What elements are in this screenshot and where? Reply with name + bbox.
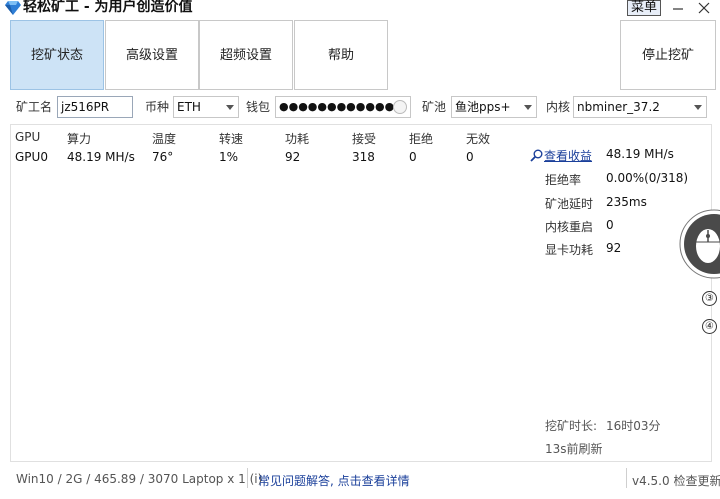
divider — [626, 468, 627, 488]
col-header-gpu: GPU — [15, 130, 41, 144]
wallet-label: 钱包 — [246, 100, 271, 114]
gpu-power-label: 显卡功耗 — [545, 243, 594, 257]
title-bar: 轻松矿工 - 为用户创造价值 菜单 — [0, 0, 720, 17]
coin-value: ETH — [177, 100, 201, 114]
refresh-status: 13s前刷新 — [545, 442, 603, 456]
tab-advanced-settings[interactable]: 高级设置 — [105, 20, 199, 90]
col-header-accepted: 接受 — [352, 132, 377, 146]
pool-value: 鱼池pps+ — [455, 100, 511, 114]
pool-latency-label: 矿池延时 — [545, 197, 594, 211]
version-check-update[interactable]: v4.5.0 检查更新 — [632, 472, 720, 489]
chevron-down-icon — [694, 105, 702, 110]
table-cell-hashrate: 48.19 MH/s — [67, 150, 135, 164]
table-cell-rejected: 0 — [409, 150, 417, 164]
col-header-temperature: 温度 — [152, 132, 177, 146]
wallet-dropdown-icon[interactable] — [393, 100, 407, 114]
col-header-invalid: 无效 — [466, 132, 491, 146]
wallet-field[interactable]: ●●●●●●●●●●●●●●●●●●●●●●● — [275, 96, 411, 118]
table-cell-invalid: 0 — [466, 150, 474, 164]
tab-mining-status[interactable]: 挖矿状态 — [10, 20, 104, 90]
kernel-value: nbminer_37.2 — [577, 100, 660, 114]
divider — [247, 468, 248, 488]
worker-name-input[interactable]: jz516PR — [57, 96, 133, 118]
col-header-hashrate: 算力 — [67, 132, 92, 146]
kernel-select[interactable]: nbminer_37.2 — [573, 96, 707, 118]
runtime-value: 16时03分 — [606, 419, 661, 433]
chevron-down-icon — [524, 105, 532, 110]
table-cell-accepted: 318 — [352, 150, 375, 164]
total-hashrate-value: 48.19 MH/s — [606, 147, 674, 161]
pool-label: 矿池 — [422, 100, 447, 114]
faq-link[interactable]: 常见问题解答, 点击查看详情 — [258, 472, 410, 489]
kernel-restart-value: 0 — [606, 218, 614, 232]
wallet-value: ●●●●●●●●●●●●●●●●●●●●●●● — [279, 100, 395, 113]
table-cell-fan-speed: 1% — [219, 150, 239, 164]
menu-button[interactable]: 菜单 — [627, 0, 661, 16]
table-cell-power: 92 — [285, 150, 301, 164]
status-bar: Win10 / 2G / 465.89 / 3070 Laptop x 1 (i… — [0, 464, 720, 494]
coin-select[interactable]: ETH — [173, 96, 239, 118]
coin-label: 币种 — [145, 100, 170, 114]
col-header-rejected: 拒绝 — [409, 132, 434, 146]
marker-three[interactable]: ③ — [702, 291, 717, 306]
minimize-icon[interactable] — [672, 1, 684, 15]
stop-mining-button[interactable]: 停止挖矿 — [620, 20, 716, 90]
runtime-label: 挖矿时长: — [545, 419, 598, 433]
pool-select[interactable]: 鱼池pps+ — [451, 96, 537, 118]
kernel-label: 内核 — [546, 100, 571, 114]
magnifier-icon — [530, 149, 543, 162]
diamond-logo-icon — [5, 1, 21, 15]
marker-four[interactable]: ④ — [702, 319, 717, 334]
pool-latency-value: 235ms — [606, 195, 647, 209]
reject-rate-label: 拒绝率 — [545, 173, 582, 187]
view-earnings-text: 查看收益 — [544, 149, 593, 163]
window-title: 轻松矿工 - 为用户创造价值 — [23, 0, 193, 15]
tab-overclock-settings[interactable]: 超频设置 — [199, 20, 293, 90]
col-header-fan-speed: 转速 — [219, 132, 244, 146]
tab-help[interactable]: 帮助 — [294, 20, 388, 90]
chevron-down-icon — [226, 105, 234, 110]
table-cell-gpu: GPU0 — [15, 150, 48, 164]
table-cell-temperature: 76° — [152, 150, 174, 164]
col-header-power: 功耗 — [285, 132, 310, 146]
worker-name-label: 矿工名 — [16, 100, 53, 114]
mouse-cursor-icon — [679, 209, 720, 279]
view-earnings-link[interactable]: 查看收益 — [530, 147, 592, 164]
system-info: Win10 / 2G / 465.89 / 3070 Laptop x 1 (i… — [16, 472, 263, 486]
kernel-restart-label: 内核重启 — [545, 220, 594, 234]
close-icon[interactable] — [697, 1, 711, 15]
reject-rate-value: 0.00%(0/318) — [606, 171, 689, 185]
gpu-power-value: 92 — [606, 241, 622, 255]
